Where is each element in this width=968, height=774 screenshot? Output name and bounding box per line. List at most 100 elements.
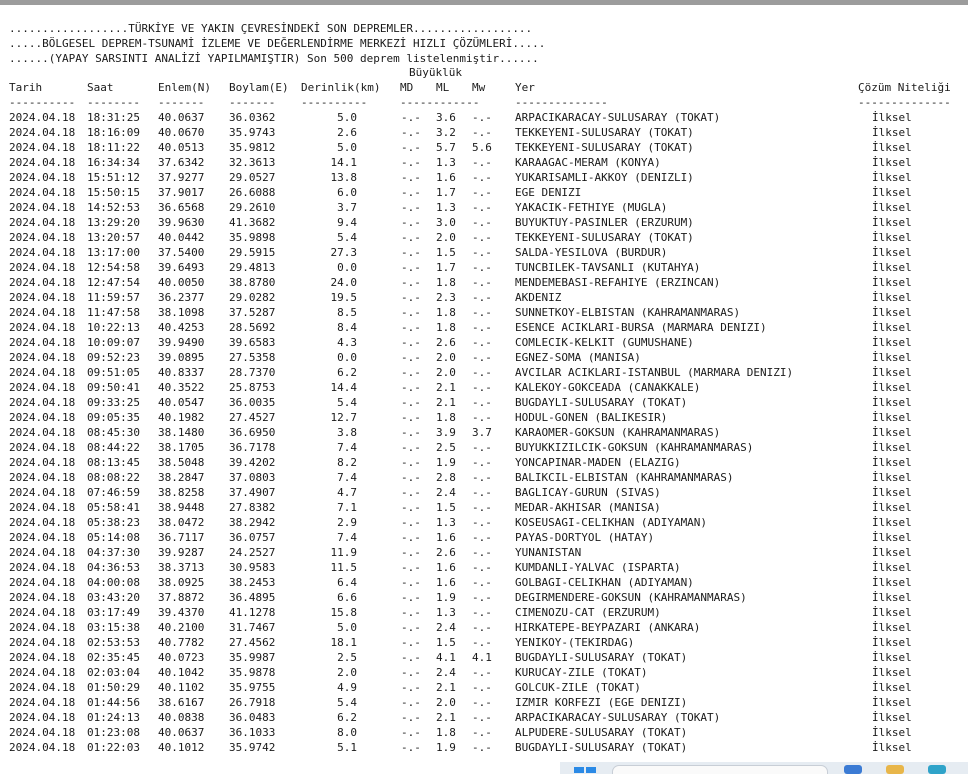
col-place: Yer xyxy=(515,81,535,94)
cell-mw: -.- xyxy=(472,546,492,559)
cell-mw: -.- xyxy=(472,336,492,349)
cell-time: 03:17:49 xyxy=(87,606,140,619)
cell-quality: İlksel xyxy=(872,231,912,244)
cell-md: -.- xyxy=(401,186,421,199)
cell-md: -.- xyxy=(401,531,421,544)
cell-depth: 8.5 xyxy=(337,306,357,319)
cell-quality: İlksel xyxy=(872,636,912,649)
cell-quality: İlksel xyxy=(872,111,912,124)
cell-place: KURUCAY-ZILE (TOKAT) xyxy=(515,666,648,679)
cell-depth: 7.1 xyxy=(337,501,357,514)
cell-date: 2024.04.18 xyxy=(9,516,76,529)
cell-lon: 41.3682 xyxy=(229,216,276,229)
cell-place: COMLECIK-KELKIT (GUMUSHANE) xyxy=(515,336,694,349)
table-row: 2024.04.18 16:34:34 37.6342 32.3613 14.1 -.- 1… xyxy=(0,155,968,170)
cell-date: 2024.04.18 xyxy=(9,606,76,619)
cell-lat: 40.0838 xyxy=(158,711,205,724)
cell-mw: -.- xyxy=(472,456,492,469)
cell-date: 2024.04.18 xyxy=(9,411,76,424)
cell-lon: 35.9742 xyxy=(229,741,276,754)
cell-lon: 25.8753 xyxy=(229,381,276,394)
cell-quality: İlksel xyxy=(872,621,912,634)
cell-mw: -.- xyxy=(472,351,492,364)
table-row: 2024.04.18 02:03:04 40.1042 35.9878 2.0 -.- 2.… xyxy=(0,665,968,680)
cell-lon: 26.7918 xyxy=(229,696,276,709)
cell-place: HODUL-GONEN (BALIKESIR) xyxy=(515,411,668,424)
cell-mw: -.- xyxy=(472,726,492,739)
table-row: 2024.04.18 13:20:57 40.0442 35.9898 5.4 -.- 2.… xyxy=(0,230,968,245)
file-explorer-icon[interactable] xyxy=(886,765,904,774)
search-box[interactable] xyxy=(612,765,828,774)
cell-ml: 2.6 xyxy=(436,546,456,559)
cell-md: -.- xyxy=(401,366,421,379)
cell-depth: 7.4 xyxy=(337,531,357,544)
cell-time: 09:33:25 xyxy=(87,396,140,409)
cell-lon: 35.9743 xyxy=(229,126,276,139)
cell-mw: -.- xyxy=(472,171,492,184)
cell-quality: İlksel xyxy=(872,546,912,559)
cell-time: 12:54:58 xyxy=(87,261,140,274)
cell-lon: 29.0282 xyxy=(229,291,276,304)
cell-depth: 11.9 xyxy=(330,546,358,559)
store-icon[interactable] xyxy=(928,765,946,774)
magnitude-group-label: Büyüklük xyxy=(409,66,462,79)
cell-place: BUYUKKIZILCIK-GOKSUN (KAHRAMANMARAS) xyxy=(515,441,754,454)
table-row: 2024.04.18 02:53:53 40.7782 27.4562 18.1 -.- 1… xyxy=(0,635,968,650)
table-row: 2024.04.18 04:37:30 39.9287 24.2527 11.9 -.- 2… xyxy=(0,545,968,560)
cell-date: 2024.04.18 xyxy=(9,396,76,409)
cell-lon: 29.4813 xyxy=(229,261,276,274)
cell-lat: 40.0637 xyxy=(158,111,205,124)
table-row: 2024.04.18 13:29:20 39.9630 41.3682 9.4 -.- 3.… xyxy=(0,215,968,230)
cell-md: -.- xyxy=(401,201,421,214)
cell-mw: -.- xyxy=(472,561,492,574)
cell-md: -.- xyxy=(401,606,421,619)
cell-lat: 40.0637 xyxy=(158,726,205,739)
cell-time: 04:00:08 xyxy=(87,576,140,589)
cell-md: -.- xyxy=(401,246,421,259)
cell-depth: 2.5 xyxy=(337,651,357,664)
cell-time: 03:43:20 xyxy=(87,591,140,604)
cell-md: -.- xyxy=(401,216,421,229)
cell-place: DEGIRMENDERE-GOKSUN (KAHRAMANMARAS) xyxy=(515,591,747,604)
cell-mw: -.- xyxy=(472,516,492,529)
cell-lon: 38.8780 xyxy=(229,276,276,289)
cell-date: 2024.04.18 xyxy=(9,471,76,484)
cell-time: 09:05:35 xyxy=(87,411,140,424)
cell-quality: İlksel xyxy=(872,471,912,484)
cell-ml: 1.8 xyxy=(436,306,456,319)
cell-md: -.- xyxy=(401,456,421,469)
cell-time: 08:08:22 xyxy=(87,471,140,484)
col-depth: Derinlik(km) xyxy=(301,81,381,94)
cell-ml: 5.7 xyxy=(436,141,456,154)
cell-date: 2024.04.18 xyxy=(9,201,76,214)
table-row: 2024.04.18 15:50:15 37.9017 26.6088 6.0 -.- 1.… xyxy=(0,185,968,200)
cell-date: 2024.04.18 xyxy=(9,486,76,499)
cell-lon: 37.5287 xyxy=(229,306,276,319)
cell-time: 08:13:45 xyxy=(87,456,140,469)
cell-md: -.- xyxy=(401,396,421,409)
cell-md: -.- xyxy=(401,336,421,349)
cell-lon: 36.0035 xyxy=(229,396,276,409)
cell-md: -.- xyxy=(401,381,421,394)
cell-date: 2024.04.18 xyxy=(9,216,76,229)
separator-row: ---------- -------- ------- ------- ----… xyxy=(0,95,968,110)
cell-ml: 1.6 xyxy=(436,576,456,589)
col-time: Saat xyxy=(87,81,114,94)
cell-mw: 3.7 xyxy=(472,426,492,439)
cell-md: -.- xyxy=(401,441,421,454)
cell-place: YUNANISTAN xyxy=(515,546,582,559)
cell-lon: 35.9755 xyxy=(229,681,276,694)
table-row: 2024.04.18 08:44:22 38.1705 36.7178 7.4 -.- 2.… xyxy=(0,440,968,455)
windows-start-icon[interactable] xyxy=(574,767,596,774)
cell-lat: 40.7782 xyxy=(158,636,205,649)
widgets-icon[interactable] xyxy=(844,765,862,774)
cell-md: -.- xyxy=(401,516,421,529)
cell-place: MENDEMEBASI-REFAHIYE (ERZINCAN) xyxy=(515,276,721,289)
sep-depth: ---------- xyxy=(301,96,368,109)
cell-mw: 5.6 xyxy=(472,141,492,154)
cell-date: 2024.04.18 xyxy=(9,321,76,334)
cell-time: 18:31:25 xyxy=(87,111,140,124)
cell-time: 01:23:08 xyxy=(87,726,140,739)
cell-mw: -.- xyxy=(472,501,492,514)
cell-ml: 2.5 xyxy=(436,441,456,454)
